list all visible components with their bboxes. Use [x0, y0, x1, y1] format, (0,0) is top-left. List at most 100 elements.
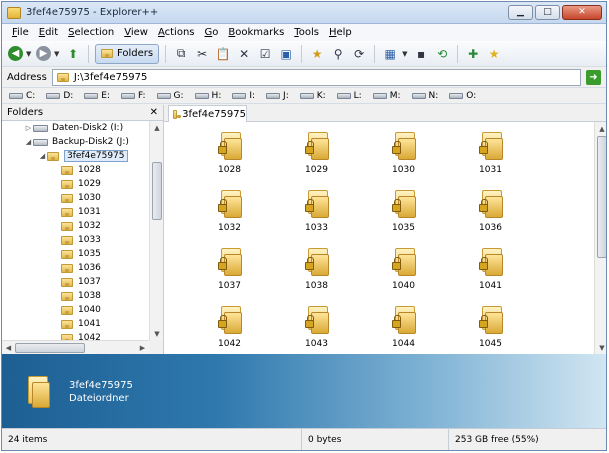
folder-item[interactable]: 1035 — [360, 190, 447, 248]
tab-3fef4e75975[interactable]: 3fef4e75975 — [168, 105, 247, 122]
tree-item[interactable]: 1030 — [2, 191, 149, 205]
collapse-icon[interactable]: ◢ — [24, 138, 33, 146]
tree-item[interactable]: 1032 — [2, 219, 149, 233]
menu-tools[interactable]: Tools — [289, 27, 324, 38]
paste-icon[interactable]: 📋 — [214, 45, 232, 63]
menu-edit[interactable]: Edit — [34, 27, 63, 38]
folder-item[interactable]: 1044 — [360, 306, 447, 354]
maximize-button[interactable]: □ — [535, 5, 560, 20]
refresh-icon[interactable]: ⟳ — [350, 45, 368, 63]
drive-l[interactable]: L: — [336, 91, 362, 101]
scroll-right-icon[interactable]: ▶ — [136, 341, 149, 354]
forward-icon[interactable]: ▶ — [36, 46, 51, 61]
menu-bookmarks[interactable]: Bookmarks — [223, 27, 289, 38]
folder-item[interactable]: 1037 — [186, 248, 273, 306]
drive-g[interactable]: G: — [156, 91, 184, 101]
delete-icon[interactable]: ✕ — [235, 45, 253, 63]
scroll-up-icon[interactable]: ▲ — [595, 122, 606, 135]
drive-k[interactable]: K: — [299, 91, 326, 101]
back-history-dropdown-icon[interactable]: ▼ — [26, 50, 33, 58]
drive-d[interactable]: D: — [46, 91, 73, 101]
tree-item[interactable]: ◢ 3fef4e75975 — [2, 149, 149, 163]
go-button-icon[interactable]: ➜ — [586, 69, 601, 85]
tree-item[interactable]: 1040 — [2, 303, 149, 317]
copy-to-folder-icon[interactable]: ▣ — [277, 45, 295, 63]
tree-item-label: 1036 — [78, 263, 101, 273]
tree-item[interactable]: 1029 — [2, 177, 149, 191]
drive-e[interactable]: E: — [84, 91, 110, 101]
tree-item[interactable]: 1036 — [2, 261, 149, 275]
folder-item[interactable]: 1038 — [273, 248, 360, 306]
command-prompt-icon[interactable]: ▪ — [412, 45, 430, 63]
folder-item[interactable]: 1028 — [186, 132, 273, 190]
minimize-button[interactable]: ▁ — [508, 5, 533, 20]
drive-m[interactable]: M: — [372, 91, 401, 101]
cut-icon[interactable]: ✂ — [193, 45, 211, 63]
folder-item[interactable]: 1042 — [186, 306, 273, 354]
menu-go[interactable]: Go — [200, 27, 224, 38]
folder-item[interactable]: 1040 — [360, 248, 447, 306]
folder-item[interactable]: 1031 — [447, 132, 534, 190]
collapse-icon[interactable]: ◢ — [38, 152, 47, 160]
scroll-down-icon[interactable]: ▼ — [595, 341, 606, 354]
tree-item[interactable]: 1041 — [2, 317, 149, 331]
copy-icon[interactable]: ⧉ — [172, 45, 190, 63]
drive-c[interactable]: C: — [9, 91, 35, 101]
folder-item[interactable]: 1032 — [186, 190, 273, 248]
folder-item[interactable]: 1041 — [447, 248, 534, 306]
tree-item[interactable]: ▷ Daten-Disk2 (I:) — [2, 121, 149, 135]
close-button[interactable]: ✕ — [562, 5, 602, 20]
new-folder-icon[interactable]: ★ — [308, 45, 326, 63]
drive-n[interactable]: N: — [411, 91, 438, 101]
menu-view[interactable]: View — [119, 27, 153, 38]
menu-actions[interactable]: Actions — [153, 27, 200, 38]
tree-item[interactable]: 1031 — [2, 205, 149, 219]
drive-o[interactable]: O: — [449, 91, 476, 101]
address-input[interactable]: J:\3fef4e75975 — [51, 68, 581, 86]
scroll-thumb[interactable] — [152, 162, 162, 220]
folder-item[interactable]: 1030 — [360, 132, 447, 190]
scroll-up-icon[interactable]: ▲ — [150, 121, 164, 134]
refresh-view-icon[interactable]: ⟲ — [433, 45, 451, 63]
drive-j[interactable]: J: — [266, 91, 289, 101]
folder-item[interactable]: 1043 — [273, 306, 360, 354]
back-icon[interactable]: ◀ — [8, 46, 23, 61]
menu-file[interactable]: File — [7, 27, 34, 38]
tree-horizontal-scrollbar[interactable]: ◀ ▶ — [2, 340, 149, 354]
search-icon[interactable]: ⚲ — [329, 45, 347, 63]
tab-folder-icon — [173, 109, 182, 119]
drive-h[interactable]: H: — [194, 91, 221, 101]
tree-vertical-scrollbar[interactable]: ▲ ▼ — [149, 121, 163, 340]
folder-item[interactable]: 1033 — [273, 190, 360, 248]
folder-item[interactable]: 1045 — [447, 306, 534, 354]
up-folder-icon[interactable]: ⬆ — [64, 45, 82, 63]
tree-item[interactable]: 1037 — [2, 275, 149, 289]
bookmark-add-icon[interactable]: ✚ — [464, 45, 482, 63]
properties-icon[interactable]: ☑ — [256, 45, 274, 63]
tree-item[interactable]: 1038 — [2, 289, 149, 303]
expand-icon[interactable]: ▷ — [24, 124, 33, 132]
scroll-down-icon[interactable]: ▼ — [150, 327, 164, 340]
views-dropdown-icon[interactable]: ▼ — [402, 50, 409, 58]
folders-toggle-button[interactable]: Folders — [95, 43, 160, 64]
bookmarks-star-icon[interactable]: ★ — [485, 45, 503, 63]
tree-item[interactable]: ◢ Backup-Disk2 (J:) — [2, 135, 149, 149]
scroll-left-icon[interactable]: ◀ — [2, 341, 15, 354]
menu-help[interactable]: Help — [324, 27, 357, 38]
menu-selection[interactable]: Selection — [63, 27, 119, 38]
folder-item[interactable]: 1036 — [447, 190, 534, 248]
tree-item[interactable]: 1035 — [2, 247, 149, 261]
tree-item[interactable]: 1028 — [2, 163, 149, 177]
tree-item[interactable]: 1033 — [2, 233, 149, 247]
title-bar[interactable]: 3fef4e75975 - Explorer++ ▁ □ ✕ — [2, 2, 606, 24]
drive-i[interactable]: I: — [232, 91, 255, 101]
views-icon[interactable]: ▦ — [381, 45, 399, 63]
scroll-thumb[interactable] — [15, 343, 85, 353]
scroll-thumb[interactable] — [597, 136, 606, 258]
drive-f[interactable]: F: — [121, 91, 146, 101]
forward-history-dropdown-icon[interactable]: ▼ — [54, 50, 61, 58]
files-vertical-scrollbar[interactable]: ▲ ▼ — [594, 122, 606, 354]
tree-item[interactable]: 1042 — [2, 331, 149, 340]
close-pane-icon[interactable]: ✕ — [150, 107, 158, 118]
folder-item[interactable]: 1029 — [273, 132, 360, 190]
